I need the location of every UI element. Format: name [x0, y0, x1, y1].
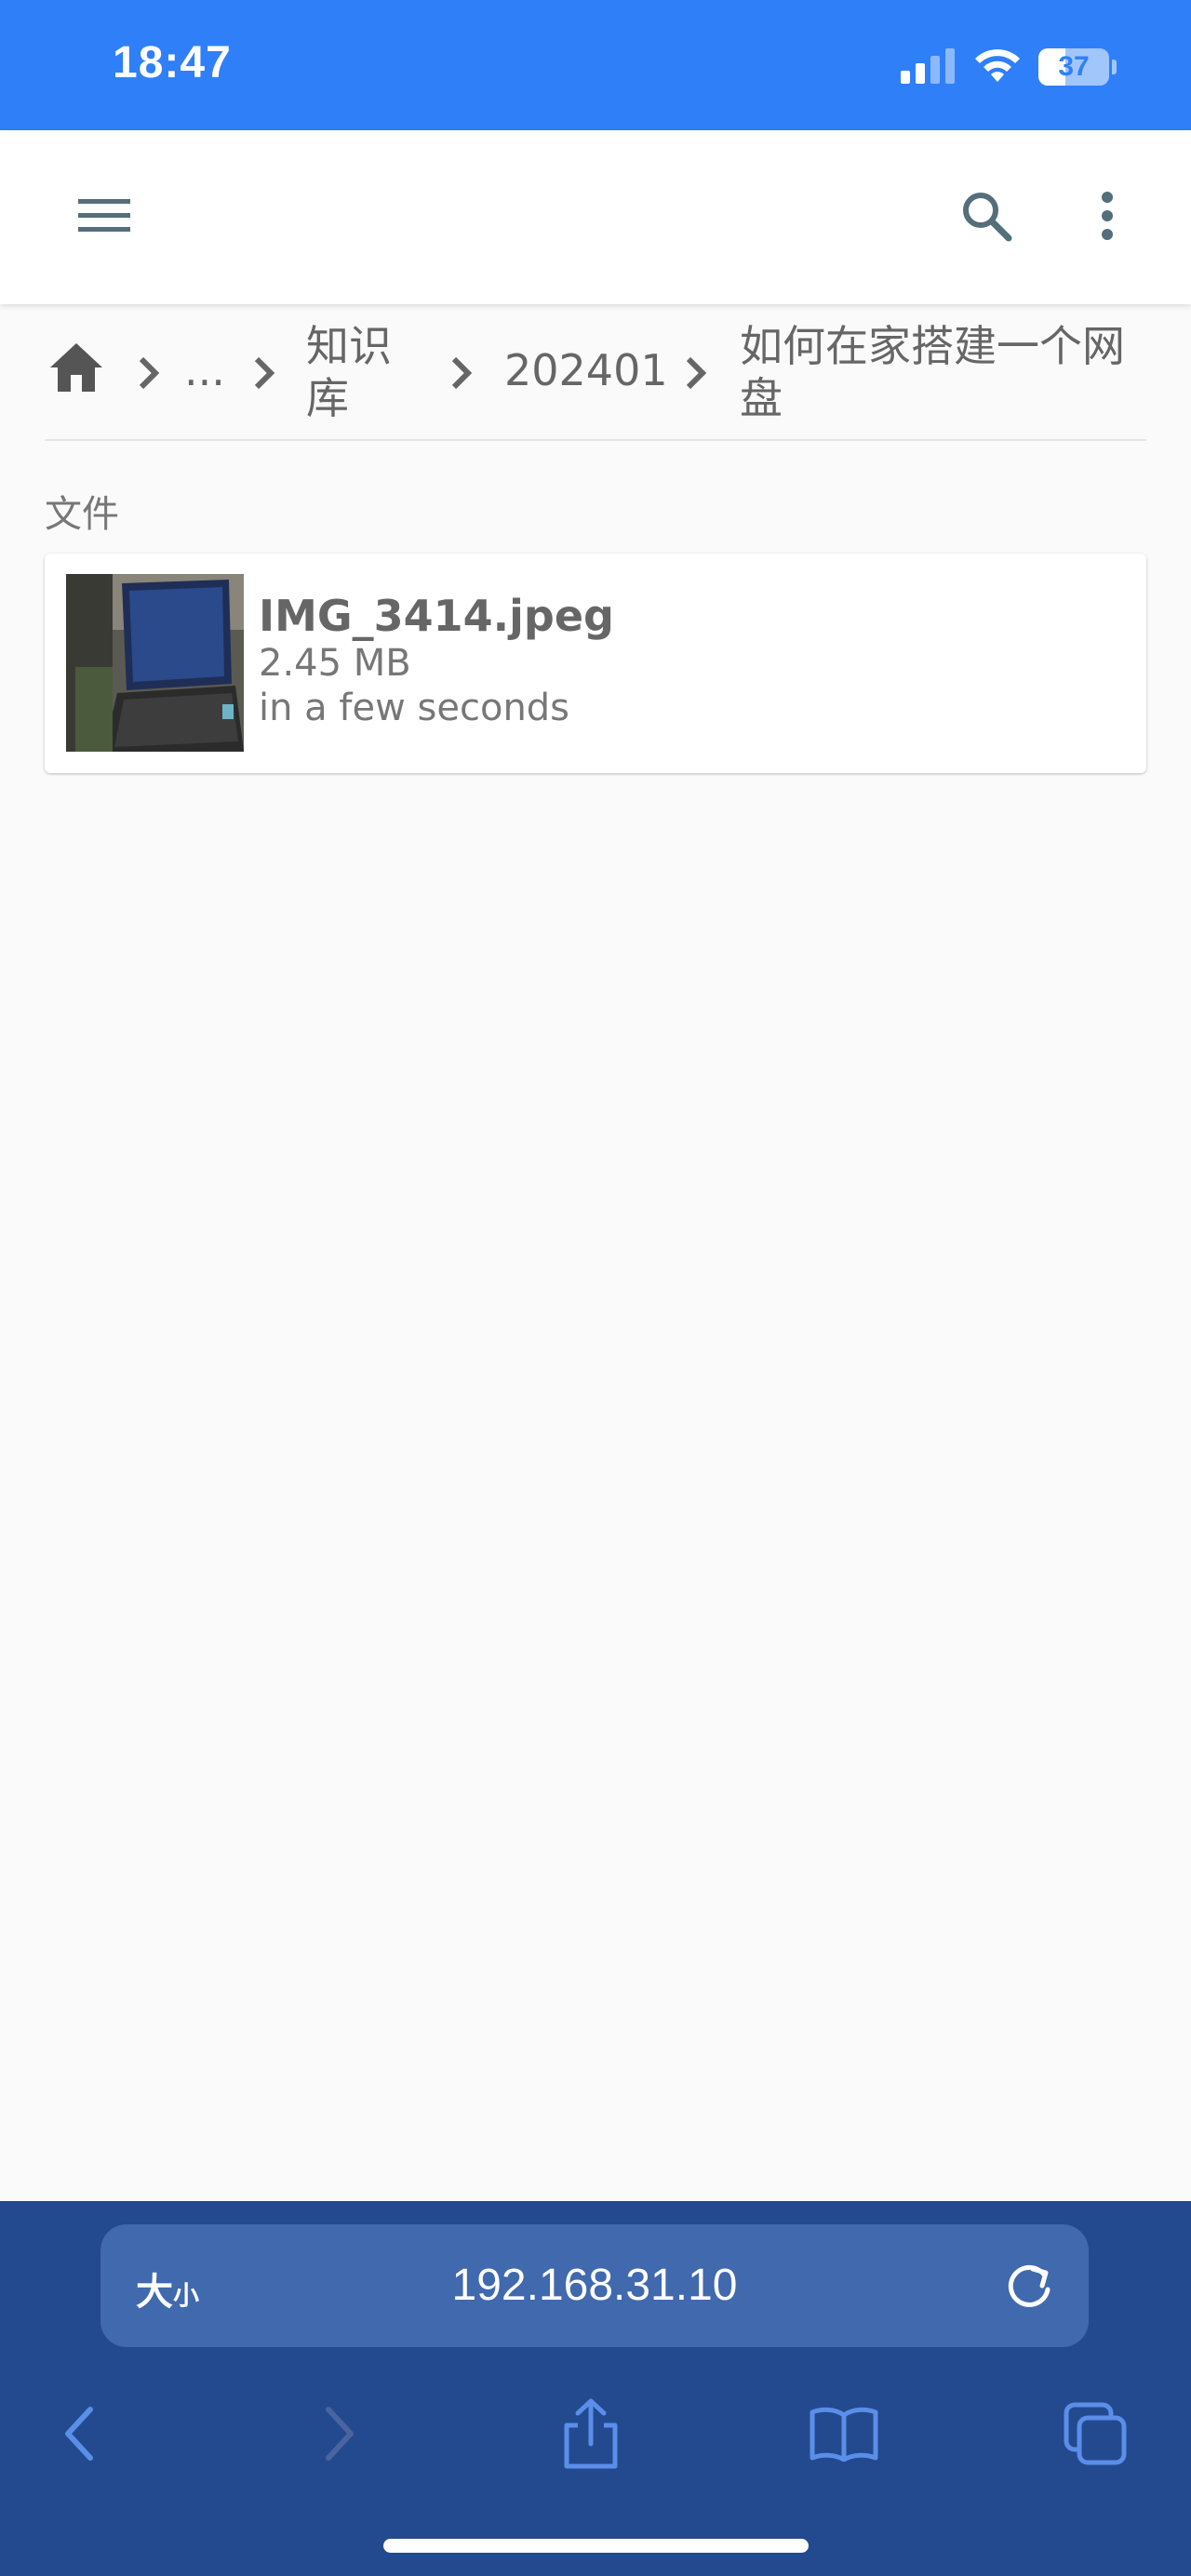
url-text: 192.168.31.10	[451, 2261, 738, 2310]
browser-bottom-bar: 大小 192.168.31.10	[0, 2201, 1191, 2576]
breadcrumb: ... 知识库 202401 如何在家搭建一个网盘	[45, 307, 1146, 441]
file-size: 2.45 MB	[259, 642, 411, 685]
status-time: 18:47	[113, 38, 232, 87]
app-bar	[0, 130, 1191, 304]
search-button[interactable]	[949, 179, 1024, 253]
battery-cap	[1112, 60, 1117, 74]
breadcrumb-home[interactable]	[48, 341, 108, 401]
home-icon	[50, 343, 102, 392]
bookmarks-button[interactable]	[793, 2378, 895, 2489]
menu-button[interactable]	[67, 179, 141, 253]
share-icon	[564, 2398, 618, 2469]
reload-icon[interactable]	[999, 2256, 1059, 2316]
cellular-signal-icon	[901, 48, 955, 84]
file-name: IMG_3414.jpeg	[259, 591, 614, 641]
breadcrumb-current-folder[interactable]: 如何在家搭建一个网盘	[740, 320, 1149, 424]
more-options-button[interactable]	[1070, 179, 1144, 253]
chevron-right-icon	[686, 356, 707, 390]
chevron-right-icon	[451, 356, 473, 390]
share-button[interactable]	[540, 2378, 642, 2489]
tabs-button[interactable]	[1044, 2378, 1146, 2489]
file-item[interactable]: IMG_3414.jpeg 2.45 MB in a few seconds	[45, 554, 1146, 773]
breadcrumb-ellipsis[interactable]: ...	[184, 344, 225, 396]
battery-level: 37	[1058, 51, 1090, 82]
more-vertical-icon	[1102, 192, 1113, 240]
battery-icon: 37	[1038, 48, 1109, 86]
bookmarks-icon	[810, 2407, 878, 2462]
status-bar: 18:47 37	[0, 0, 1191, 130]
search-icon	[963, 193, 1012, 242]
back-icon	[65, 2407, 93, 2461]
forward-icon	[326, 2407, 354, 2461]
breadcrumb-folder-202401[interactable]: 202401	[504, 344, 668, 396]
forward-button[interactable]	[288, 2378, 391, 2489]
breadcrumb-knowledge-base[interactable]: 知识库	[306, 320, 408, 424]
chevron-right-icon	[254, 356, 275, 390]
chevron-right-icon	[139, 356, 160, 390]
address-bar[interactable]: 大小 192.168.31.10	[100, 2224, 1089, 2347]
home-indicator	[383, 2539, 809, 2553]
tabs-icon	[1064, 2402, 1127, 2465]
wifi-icon	[975, 49, 1020, 82]
file-thumbnail	[66, 574, 244, 752]
files-section-label: 文件	[45, 493, 119, 536]
file-modified-time: in a few seconds	[259, 687, 570, 729]
back-button[interactable]	[28, 2378, 130, 2489]
menu-icon	[78, 199, 130, 232]
